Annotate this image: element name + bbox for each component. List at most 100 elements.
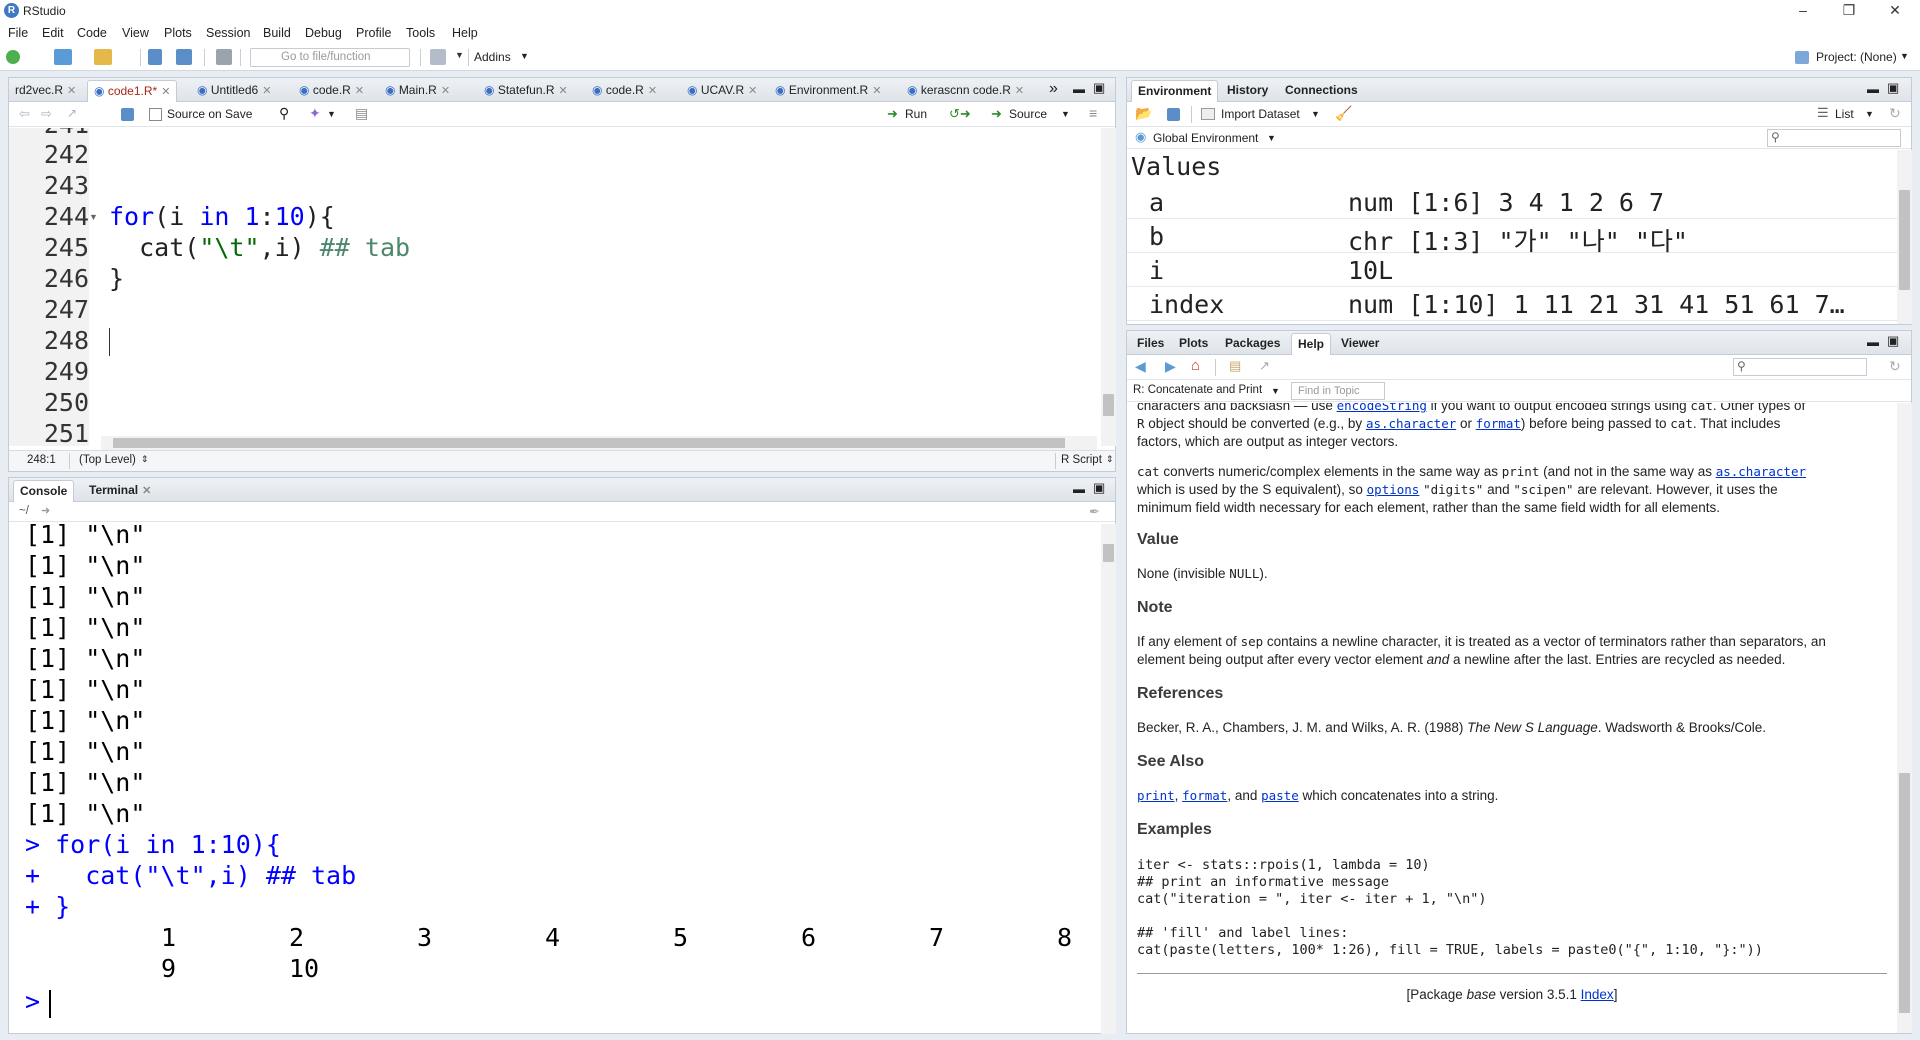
show-in-window-icon[interactable]: ↗ [67,106,77,120]
tab-kerascnn[interactable]: ◉ kerascnn code.R ✕ [901,80,1030,102]
env-row[interactable]: a num [1:6] 3 4 1 2 6 7 [1127,186,1897,219]
source-on-save-checkbox[interactable] [149,108,162,121]
scroll-thumb[interactable] [1899,773,1910,1013]
help-link[interactable]: paste [1261,788,1299,803]
restore-button[interactable]: ❐ [1826,0,1872,22]
back-arrow-icon[interactable]: ⇦ [19,106,30,122]
more-tabs-icon[interactable]: » [1049,80,1058,98]
help-search-input[interactable]: ⚲ [1733,358,1867,376]
run-arrow-icon[interactable]: ➜ [887,106,898,122]
tab-ucav[interactable]: ◉ UCAV.R ✕ [681,80,763,102]
import-dataset-button[interactable]: Import Dataset [1221,107,1300,121]
fold-chevron-icon[interactable]: ▼ [89,212,98,222]
tab-plots[interactable]: Plots [1173,333,1214,355]
tab-untitled6[interactable]: ◉ Untitled6 ✕ [191,80,277,102]
menu-edit[interactable]: Edit [42,26,64,40]
save-all-icon[interactable] [176,49,192,65]
clear-console-icon[interactable]: ✒ [1089,504,1100,520]
chevron-down-icon[interactable]: ▼ [1061,109,1070,119]
chevron-down-icon[interactable]: ▼ [1271,386,1280,396]
close-icon[interactable]: ✕ [648,85,657,97]
view-mode-menu[interactable]: List [1835,107,1854,121]
minimize-pane-icon[interactable]: ▬ [1867,335,1879,349]
print-icon[interactable] [216,49,232,65]
env-row[interactable]: b chr [1:3] "가" "나" "다" [1127,220,1897,256]
close-icon[interactable]: ✕ [1015,85,1024,97]
console-vscrollbar[interactable] [1101,524,1116,1034]
chevron-down-icon[interactable]: ▼ [1267,133,1276,143]
menu-build[interactable]: Build [263,26,291,40]
new-file-icon[interactable] [6,50,20,64]
tab-code1[interactable]: ◉ code1.R* ✕ [87,80,178,102]
wand-icon[interactable]: ✦ [309,105,321,122]
minimize-pane-icon[interactable]: ▬ [1073,482,1085,496]
env-row[interactable]: index num [1:10] 1 11 21 31 41 51 61 7… [1127,288,1897,321]
close-icon[interactable]: ✕ [142,485,151,497]
close-button[interactable]: ✕ [1872,0,1918,22]
help-link[interactable]: print [1137,788,1175,803]
print-icon[interactable]: ▤ [1229,358,1241,374]
tab-environment[interactable]: ◉ Environment.R ✕ [769,80,887,102]
help-link[interactable]: options [1367,482,1420,497]
help-link[interactable]: as.character [1366,416,1456,431]
close-icon[interactable]: ✕ [748,85,757,97]
import-icon[interactable] [1201,108,1215,120]
console-output[interactable]: [1] "\n" [1] "\n" [1] "\n" [1] "\n" [1] … [9,524,1101,1034]
addins-menu[interactable]: Addins [474,50,511,64]
find-in-topic-input[interactable]: Find in Topic [1291,382,1385,400]
menu-file[interactable]: File [8,26,28,40]
scroll-thumb[interactable] [1103,394,1114,416]
close-icon[interactable]: ✕ [872,85,881,97]
maximize-pane-icon[interactable]: ▣ [1093,80,1105,96]
maximize-pane-icon[interactable]: ▣ [1887,333,1899,349]
maximize-pane-icon[interactable]: ▣ [1093,480,1105,496]
outline-icon[interactable]: ≡ [1089,105,1097,121]
menu-debug[interactable]: Debug [305,26,342,40]
tab-statefun[interactable]: ◉ Statefun.R ✕ [478,80,574,102]
editor-vscrollbar[interactable] [1101,128,1116,446]
tab-main[interactable]: ◉ Main.R ✕ [379,80,456,102]
tab-help[interactable]: Help [1291,333,1332,355]
editor-hscrollbar[interactable] [101,436,1097,450]
tab-packages[interactable]: Packages [1219,333,1286,355]
source-arrow-icon[interactable]: ➜ [991,106,1002,122]
tab-terminal[interactable]: Terminal ✕ [83,480,157,502]
menu-profile[interactable]: Profile [356,26,391,40]
goto-file-input[interactable]: Go to file/function [250,48,410,67]
menu-session[interactable]: Session [206,26,250,40]
goto-dir-icon[interactable]: ➜ [41,504,50,517]
environment-search-input[interactable]: ⚲ [1767,129,1901,147]
grid-layout-icon[interactable] [430,49,446,65]
minimize-pane-icon[interactable]: ▬ [1073,82,1085,96]
tab-code-2[interactable]: ◉ code.R ✕ [586,80,663,102]
chevron-down-icon[interactable]: ▼ [327,109,336,119]
project-menu[interactable]: Project: (None) [1816,50,1897,64]
menu-view[interactable]: View [122,26,149,40]
new-project-icon[interactable] [54,49,72,65]
tab-environment[interactable]: Environment [1131,80,1219,102]
help-link[interactable]: format [1182,788,1227,803]
menu-plots[interactable]: Plots [164,26,192,40]
scroll-thumb[interactable] [113,438,1065,448]
close-icon[interactable]: ✕ [67,85,76,97]
minimize-pane-icon[interactable]: ▬ [1867,82,1879,96]
chevron-down-icon[interactable]: ▼ [455,50,464,60]
scroll-thumb[interactable] [1899,190,1910,290]
tab-rd2vec[interactable]: rd2vec.R ✕ [9,80,82,102]
tab-connections[interactable]: Connections [1279,80,1364,102]
refresh-icon[interactable]: ↻ [1889,105,1901,122]
run-button[interactable]: Run [905,107,927,121]
tab-viewer[interactable]: Viewer [1335,333,1385,355]
tab-history[interactable]: History [1221,80,1274,102]
close-icon[interactable]: ✕ [441,85,450,97]
source-button[interactable]: Source [1009,107,1047,121]
tab-files[interactable]: Files [1131,333,1170,355]
help-vscrollbar[interactable] [1897,403,1912,1033]
forward-arrow-icon[interactable]: ⇨ [41,106,52,122]
load-workspace-icon[interactable]: 📂 [1135,105,1152,122]
close-icon[interactable]: ✕ [355,85,364,97]
chevron-down-icon[interactable]: ▼ [520,51,529,61]
file-type-menu[interactable]: R Script [1061,454,1102,466]
maximize-pane-icon[interactable]: ▣ [1887,80,1899,96]
broom-icon[interactable]: 🧹 [1335,105,1352,122]
